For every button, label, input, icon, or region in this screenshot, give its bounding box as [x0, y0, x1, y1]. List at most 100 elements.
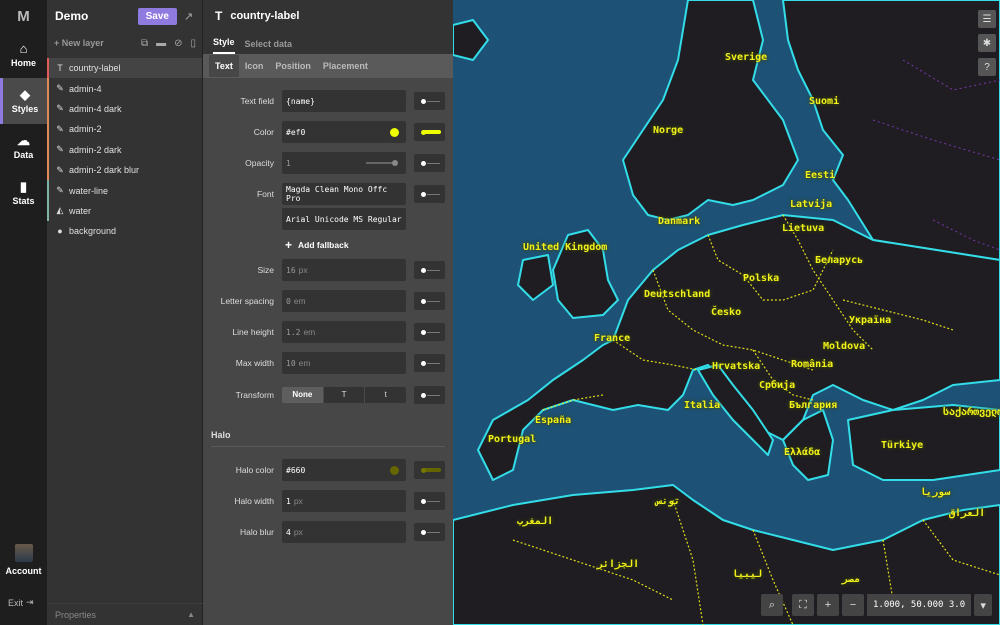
size-input[interactable]: 16 px [282, 259, 406, 281]
map-label: Norge [653, 125, 684, 136]
inspect-bug-icon[interactable]: ✱ [978, 34, 996, 52]
opacity-input[interactable]: 1 [282, 152, 406, 174]
layer-item[interactable]: ✎ admin-2 dark blur [47, 159, 202, 181]
max-width-toggle[interactable] [414, 354, 445, 372]
text-field-toggle[interactable] [414, 92, 445, 110]
font-input-primary[interactable]: Magda Clean Mono Offc Pro [282, 183, 406, 205]
properties-bar[interactable]: Properties ▲ [47, 603, 203, 625]
font-input-fallback[interactable]: Arial Unicode MS Regular [282, 208, 406, 230]
coordinates-readout[interactable]: 1.000, 50.000 3.0 [867, 594, 972, 616]
nav-data-label: Data [13, 150, 34, 160]
halo-width-value: 1 [286, 496, 291, 506]
external-link-icon[interactable]: ↗ [184, 10, 198, 23]
opacity-slider-handle[interactable] [392, 160, 398, 166]
app-logo: M [17, 7, 30, 25]
max-width-input[interactable]: 10 em [282, 352, 406, 374]
map-label: Deutschland [644, 289, 711, 300]
halo-blur-unit: px [293, 527, 303, 537]
duplicate-icon[interactable]: ⧉ [141, 38, 148, 49]
opacity-toggle[interactable] [414, 154, 445, 172]
color-toggle[interactable] [414, 123, 445, 141]
letter-spacing-toggle[interactable] [414, 292, 445, 310]
halo-width-toggle[interactable] [414, 492, 445, 510]
font-toggle[interactable] [414, 185, 445, 203]
nav-stats[interactable]: ▮ Stats [0, 170, 47, 216]
subtab-position[interactable]: Position [269, 55, 317, 77]
new-layer-button[interactable]: + New layer [54, 38, 133, 48]
halo-heading: Halo [211, 430, 445, 447]
subtab-placement[interactable]: Placement [317, 55, 374, 77]
halo-color-swatch[interactable] [390, 465, 399, 475]
color-input[interactable]: #ef0 [282, 121, 406, 143]
plus-icon: + [285, 238, 293, 252]
tab-select-data[interactable]: Select data [245, 39, 293, 54]
subtab-icon[interactable]: Icon [239, 55, 270, 77]
halo-width-unit: px [293, 496, 303, 506]
halo-color-input[interactable]: #660 [282, 459, 406, 481]
tab-style[interactable]: Style [213, 37, 235, 54]
halo-width-label: Halo width [234, 496, 274, 506]
fill-icon: ◭ [56, 205, 64, 216]
halo-color-toggle[interactable] [414, 461, 445, 479]
layer-item[interactable]: ✎ admin-2 dark [47, 139, 202, 160]
map-label: سوريا [920, 487, 951, 498]
add-fallback-button[interactable]: + Add fallback [285, 238, 349, 252]
transform-uppercase[interactable]: T [322, 387, 365, 403]
size-value: 16 [286, 265, 296, 275]
halo-blur-toggle[interactable] [414, 523, 445, 541]
line-height-toggle[interactable] [414, 323, 445, 341]
map-label: Србија [759, 380, 796, 391]
subtab-text[interactable]: Text [209, 55, 239, 77]
transform-lowercase[interactable]: t [364, 387, 406, 403]
layer-name: admin-2 dark [69, 144, 122, 155]
opacity-label: Opacity [245, 158, 274, 168]
help-icon[interactable]: ? [978, 58, 996, 76]
map-label: Sverige [725, 52, 768, 63]
account-button[interactable]: Account [0, 544, 47, 576]
layer-item[interactable]: ◭ water [47, 200, 202, 222]
opacity-slider[interactable] [366, 162, 394, 164]
save-button[interactable]: Save [137, 7, 177, 25]
map-label: France [594, 333, 631, 344]
trash-icon[interactable]: ▯ [190, 38, 196, 49]
layer-item[interactable]: Tcountry-label [47, 58, 202, 79]
layer-item[interactable]: ✎ admin-2 [47, 119, 202, 140]
globe-icon: ● [57, 226, 63, 237]
hide-icon[interactable]: ⊘ [174, 38, 182, 49]
bookmark-icon[interactable]: ▾ [974, 594, 993, 616]
folder-icon[interactable]: ▬ [156, 38, 166, 49]
nav-home[interactable]: ⌂ Home [0, 32, 47, 78]
layer-item[interactable]: ✎ admin-4 [47, 78, 202, 99]
halo-blur-input[interactable]: 4 px [282, 521, 406, 543]
letter-spacing-unit: em [293, 296, 306, 306]
size-toggle[interactable] [414, 261, 445, 279]
fit-bounds-icon[interactable]: ⛶ [792, 594, 814, 616]
layers-panel: Demo Save ↗ + New layer ⧉ ▬ ⊘ ▯ Tcountry… [47, 0, 203, 625]
line-height-input[interactable]: 1.2 em [282, 321, 406, 343]
layers-toggle-icon[interactable]: ☰ [978, 10, 996, 28]
color-swatch[interactable] [390, 127, 399, 137]
layer-item[interactable]: ✎ admin-4 dark [47, 98, 202, 120]
search-icon[interactable]: ⌕ [761, 594, 783, 616]
transform-toggle[interactable] [414, 386, 445, 404]
zoom-in-button[interactable]: + [817, 594, 839, 616]
text-field-input[interactable]: {name} [282, 90, 406, 112]
account-label: Account [5, 566, 42, 576]
zoom-out-button[interactable]: − [842, 594, 864, 616]
nav-data[interactable]: ☁ Data [0, 124, 47, 170]
layer-name: water [69, 205, 92, 216]
scandinavia-landmass [622, 0, 799, 221]
cloud-icon: ☁ [17, 133, 30, 148]
layer-item[interactable]: ● background [47, 221, 202, 241]
letter-spacing-input[interactable]: 0 em [282, 290, 406, 312]
exit-icon: ⇥ [26, 597, 34, 607]
halo-width-input[interactable]: 1 px [282, 490, 406, 512]
map-label: مصر [842, 574, 861, 585]
layer-item[interactable]: ✎ water-line [47, 180, 202, 201]
map-canvas[interactable]: Sverige Suomi Norge Eesti Latvija Danmar… [453, 0, 1000, 625]
map-label: Hrvatska [712, 361, 761, 372]
pencil-icon: ✎ [56, 123, 64, 134]
transform-none[interactable]: None [282, 387, 323, 403]
nav-styles[interactable]: ◆ Styles [0, 78, 47, 124]
exit-button[interactable]: Exit ⇥ [8, 597, 34, 608]
